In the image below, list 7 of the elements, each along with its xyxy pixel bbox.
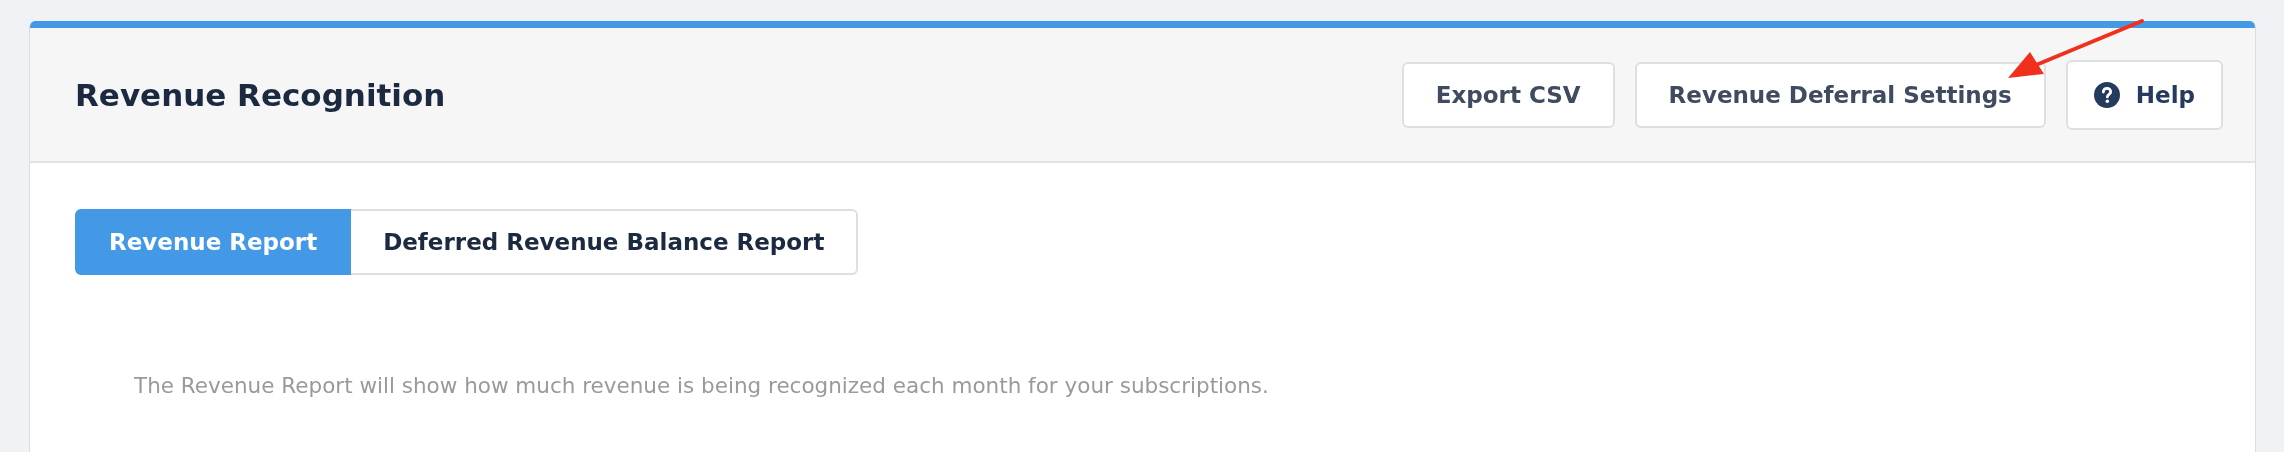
header-button[interactable]: Revenue Deferral Settings — [1634, 61, 2046, 128]
page-title: Revenue Recognition — [75, 76, 446, 113]
help-button[interactable]: Help — [2065, 59, 2223, 130]
help-icon — [2093, 81, 2120, 108]
description-text: The Revenue Report will show how much revenue is being recognized each month for your subscriptions. — [134, 373, 1270, 398]
header-button[interactable]: Export CSV — [1401, 61, 1615, 128]
report-tab[interactable]: Deferred Revenue Balance Report — [351, 209, 859, 275]
